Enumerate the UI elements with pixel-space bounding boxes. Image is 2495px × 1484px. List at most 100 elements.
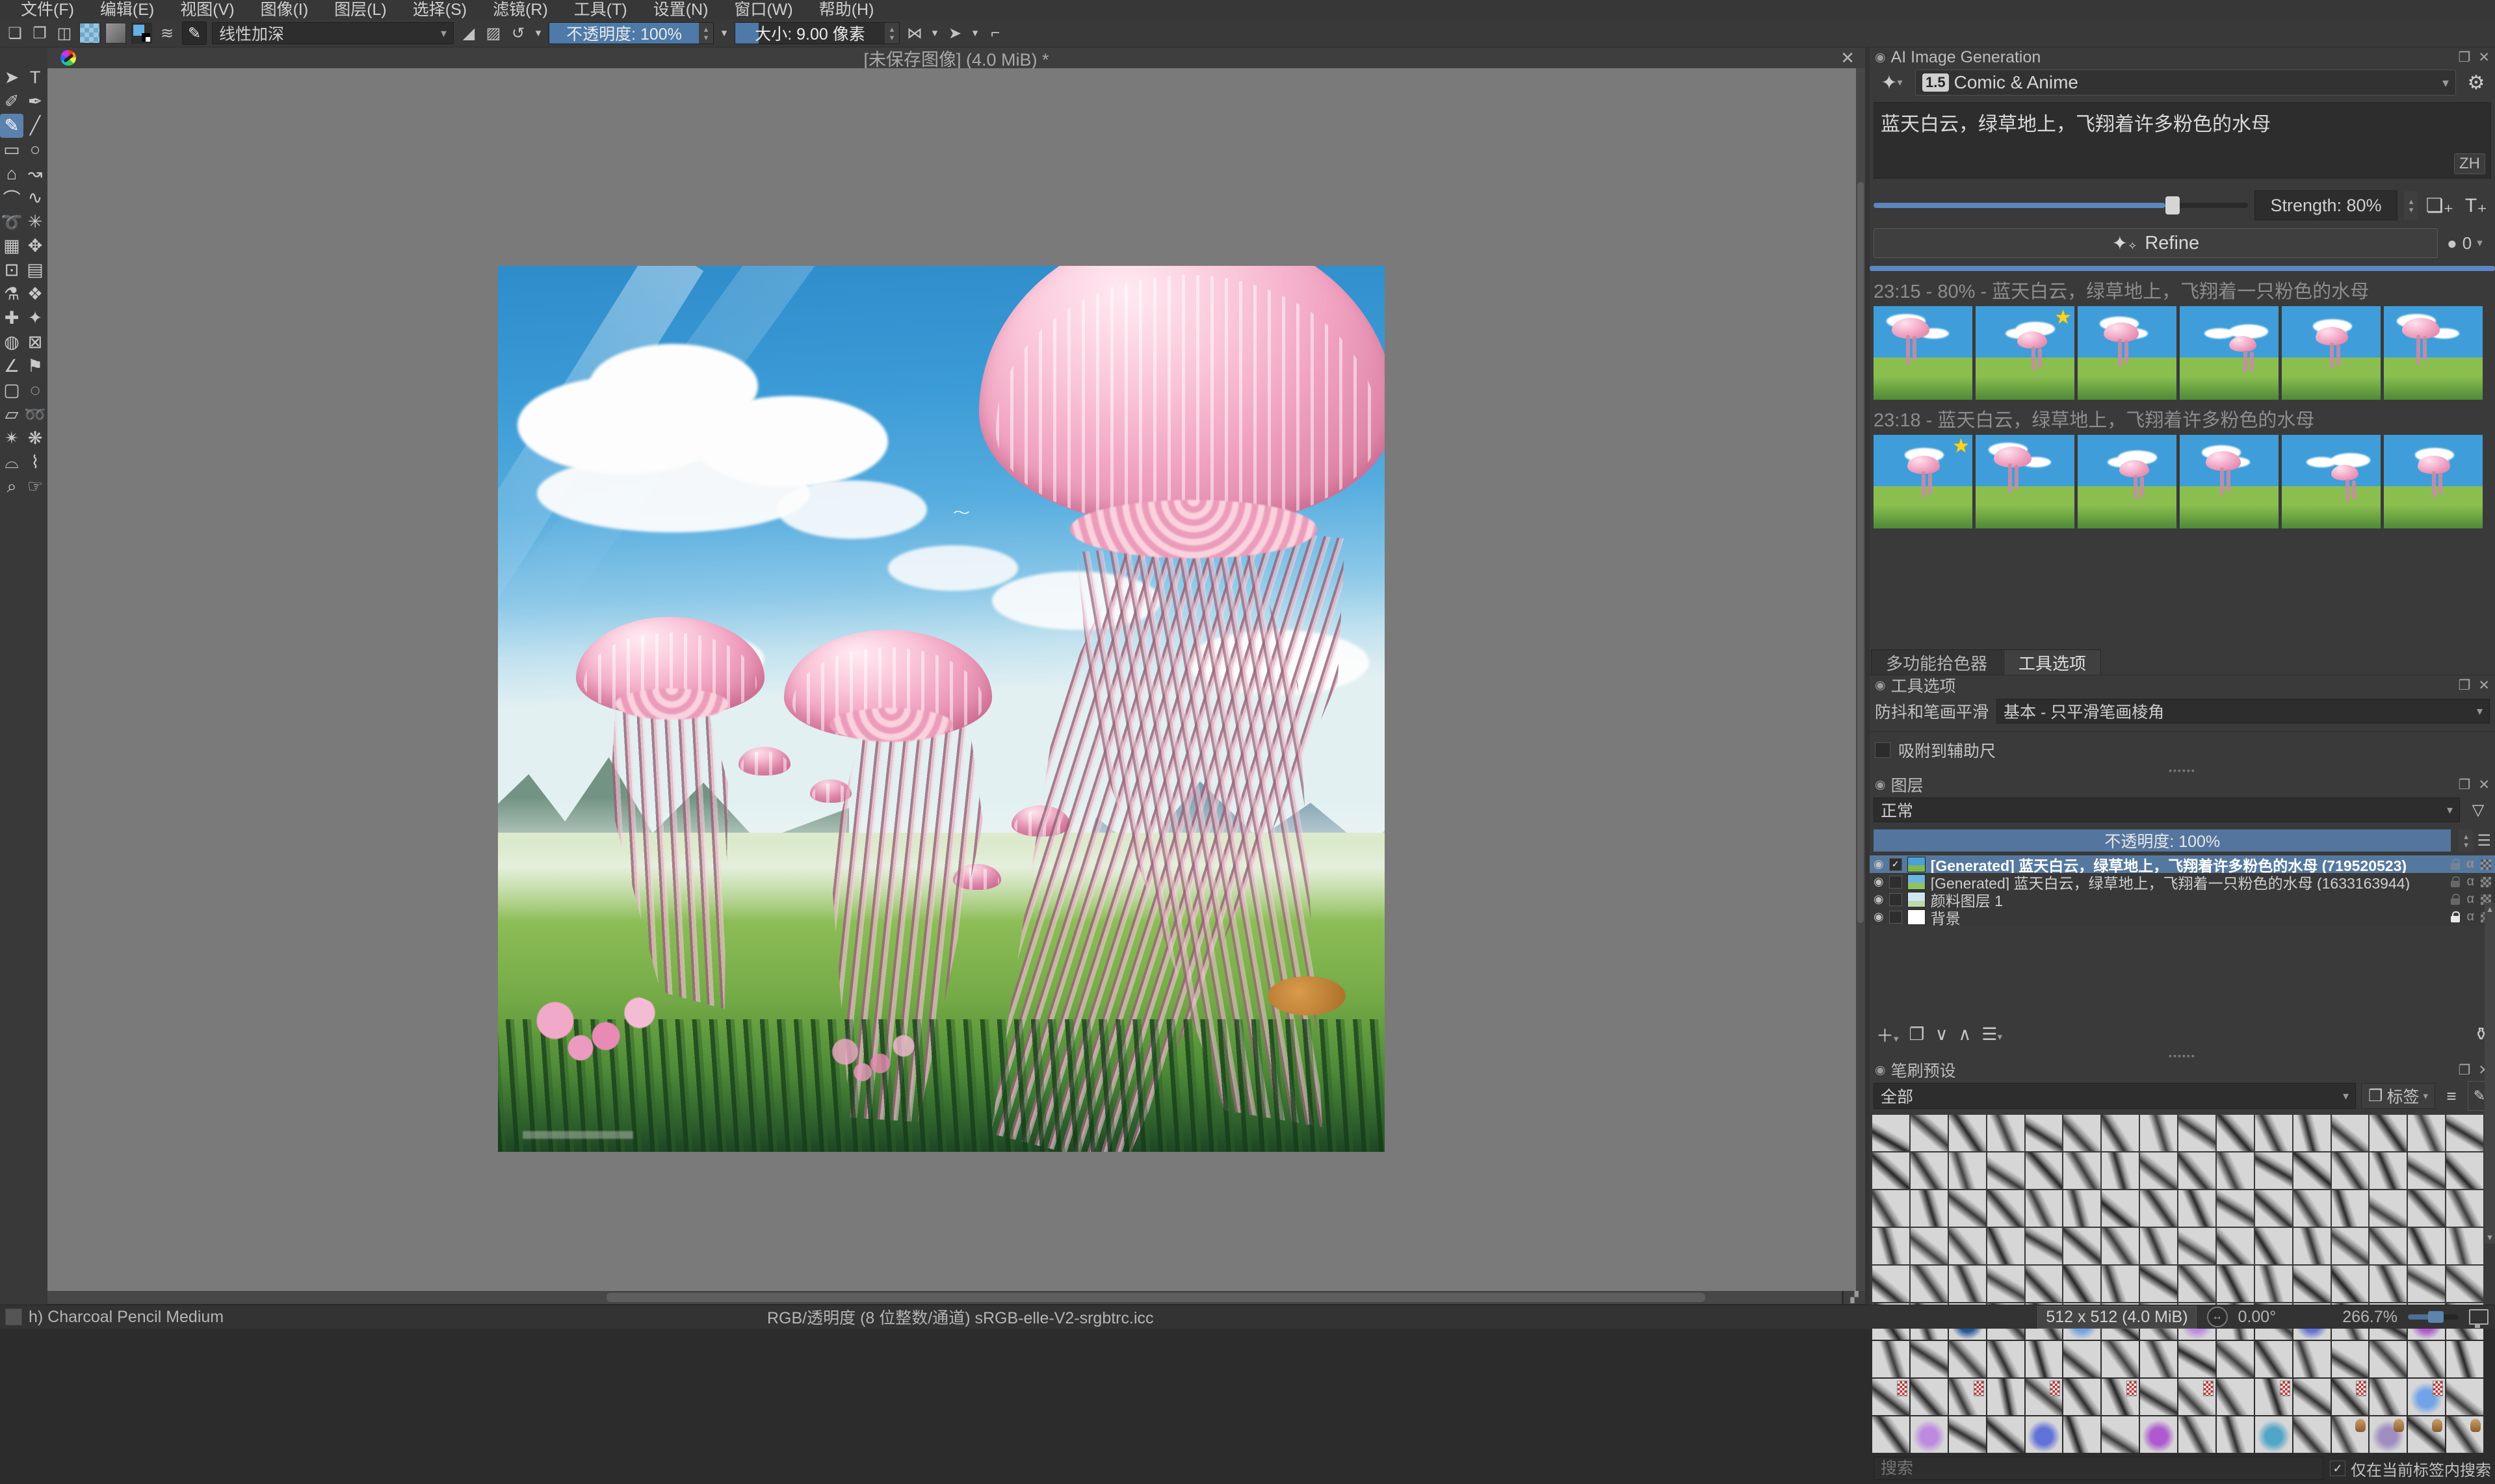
layer-inherit-alpha-icon[interactable] [2481,859,2491,870]
move-tool[interactable]: ✥ [23,234,47,258]
brush-preset-tile[interactable] [2293,1228,2331,1264]
float-docker-icon[interactable]: ❐ [2459,777,2471,793]
layer-thumbnail[interactable] [1907,856,1926,872]
brush-preset-tile[interactable] [2254,1416,2292,1453]
text-tool[interactable]: T [23,66,47,90]
scroll-up-icon[interactable]: ▲ [2486,904,2494,914]
brush-preset-tile[interactable] [2254,1379,2292,1415]
brush-preset-tile[interactable] [2102,1341,2139,1377]
brush-preset-tile[interactable] [1987,1416,2024,1453]
brush-preset-tile[interactable] [1987,1379,2024,1415]
brush-preset-tile[interactable] [2216,1115,2254,1151]
brush-preset-tile[interactable] [1910,1190,1948,1227]
brush-preset-tile[interactable] [2446,1416,2483,1453]
brush-preset-tile[interactable] [1910,1228,1948,1264]
blend-mode-combo[interactable]: 线性加深 ▾ [212,22,454,44]
brush-preset-tile[interactable] [2140,1341,2177,1377]
brush-search-input[interactable] [1874,1457,2323,1480]
brush-preset-tile[interactable] [2025,1190,2063,1227]
search-in-tag-checkbox[interactable]: ✓ [2330,1461,2345,1476]
layer-visibility-eye-icon[interactable]: ◉ [1874,857,1884,871]
brush-preset-tile[interactable] [2102,1416,2139,1453]
brush-preset-tile[interactable] [2331,1341,2369,1377]
brush-preset-tile[interactable] [2178,1115,2215,1151]
brush-preset-tile[interactable] [2063,1379,2101,1415]
layer-thumbnail[interactable] [1907,909,1926,925]
smart-patch-tool[interactable]: ✚ [0,306,23,330]
brush-preset-tile[interactable] [1948,1152,1986,1189]
magic-wand-select-tool[interactable]: ✴ [0,426,23,450]
chevron-down-icon[interactable]: ▾ [719,23,729,43]
brush-preset-tile[interactable] [2408,1228,2446,1264]
layer-visibility-eye-icon[interactable]: ◉ [1874,875,1884,889]
brush-preset-tile[interactable] [2063,1341,2101,1377]
layer-alpha-icon[interactable]: α [2466,892,2474,907]
refine-button[interactable]: ✦✧ Refine [1874,228,2438,258]
brush-preset-tile[interactable] [2370,1416,2407,1453]
brush-preset-tile[interactable] [2408,1266,2446,1302]
brush-preset-tile[interactable] [2063,1190,2101,1227]
layer-blend-mode-combo[interactable]: 正常 ▾ [1874,798,2460,822]
brush-editor-button[interactable]: ✎ [182,21,207,45]
layer-unlocked-icon[interactable] [2450,858,2460,870]
generated-image-thumbnail[interactable] [2180,435,2279,528]
brush-preset-tile[interactable] [2370,1341,2407,1377]
brush-preset-tile[interactable] [2216,1416,2254,1453]
brush-preset-tile[interactable] [1987,1190,2024,1227]
menu-item-1[interactable]: 编辑(E) [88,0,166,20]
line-tool[interactable]: ╱ [23,114,47,138]
brush-preset-tile[interactable] [2216,1228,2254,1264]
add-layer-result-icon[interactable]: ❏₊ [2425,191,2455,220]
brush-preset-tile[interactable] [1872,1266,1909,1302]
chevron-down-icon[interactable]: ▾ [533,23,543,43]
brush-preset-tile[interactable] [2216,1379,2254,1415]
ellipse-tool[interactable]: ○ [23,138,47,162]
brush-preset-tile[interactable] [1910,1341,1948,1377]
brush-preset-tile[interactable] [2408,1190,2446,1227]
brush-preset-tile[interactable] [2254,1152,2292,1189]
brush-preset-tile[interactable] [2102,1379,2139,1415]
tab-tool-options[interactable]: 工具选项 [2004,649,2102,675]
tab-advanced-color-selector[interactable]: 多功能拾色器 [1871,649,2003,675]
freehand-brush-tool[interactable]: ✎ [0,114,23,138]
brush-preset-tile[interactable] [2254,1115,2292,1151]
brush-preset-tile[interactable] [2446,1379,2483,1415]
menu-item-5[interactable]: 选择(S) [401,0,478,20]
brush-preset-tile[interactable] [2446,1228,2483,1264]
calligraphy-tool[interactable]: ✒ [23,90,47,114]
float-docker-icon[interactable]: ❐ [2459,1062,2471,1078]
generated-image-thumbnail[interactable] [1976,435,2074,528]
panel-splitter[interactable] [1865,47,1870,1305]
canvas-artwork[interactable]: 〜 〜 〜 [498,266,1385,1152]
brush-preset-tile[interactable] [2140,1416,2177,1453]
brush-preset-tile[interactable] [2178,1379,2215,1415]
select-shapes-tool[interactable]: ➤ [0,66,23,90]
docker-splitter[interactable]: ▪▪▪▪▪▪ [1870,765,2495,775]
ai-workspace-button[interactable]: ✦ ▾ [1874,68,1910,97]
brush-preset-tile[interactable] [2178,1152,2215,1189]
brush-preset-tile[interactable] [1987,1115,2024,1151]
ai-docker-header[interactable]: ◉ AI Image Generation ❐ ✕ [1870,47,2495,67]
brush-preset-tile[interactable] [2293,1115,2331,1151]
brush-grid-scrollbar[interactable]: ▲ ▼ [2485,903,2495,1243]
brush-preset-tile[interactable] [2063,1228,2101,1264]
canvas-area[interactable]: 〜 〜 〜 [47,68,1856,1291]
wrap-around-icon[interactable]: ⌐ [986,23,1005,43]
brush-preset-tile[interactable] [2293,1379,2331,1415]
brush-preset-tile[interactable] [1948,1266,1986,1302]
multibrush-tool[interactable]: ✳ [23,210,47,234]
strength-slider-handle[interactable] [2165,196,2180,215]
brush-preset-tile[interactable] [2331,1190,2369,1227]
add-layer-button[interactable]: ＋▾ [1876,1022,1899,1047]
tag-button[interactable]: ❒ 标签 ▾ [2361,1083,2435,1109]
dynamic-brush-tool[interactable]: ➰ [0,210,23,234]
brush-option-icon[interactable]: ≋ [157,23,177,43]
color-picker-tool[interactable]: ⚗ [0,282,23,306]
mirror-horizontal-icon[interactable]: ⋈ [905,23,924,43]
brush-preset-tile[interactable] [2254,1190,2292,1227]
brush-preset-tile[interactable] [2102,1190,2139,1227]
layer-alpha-icon[interactable]: α [2466,874,2474,889]
prompt-language-badge[interactable]: ZH [2454,153,2485,174]
brush-preset-tile[interactable] [1948,1379,1986,1415]
search-in-tag-option[interactable]: ✓ 仅在当前标签内搜索 [2330,1457,2491,1480]
